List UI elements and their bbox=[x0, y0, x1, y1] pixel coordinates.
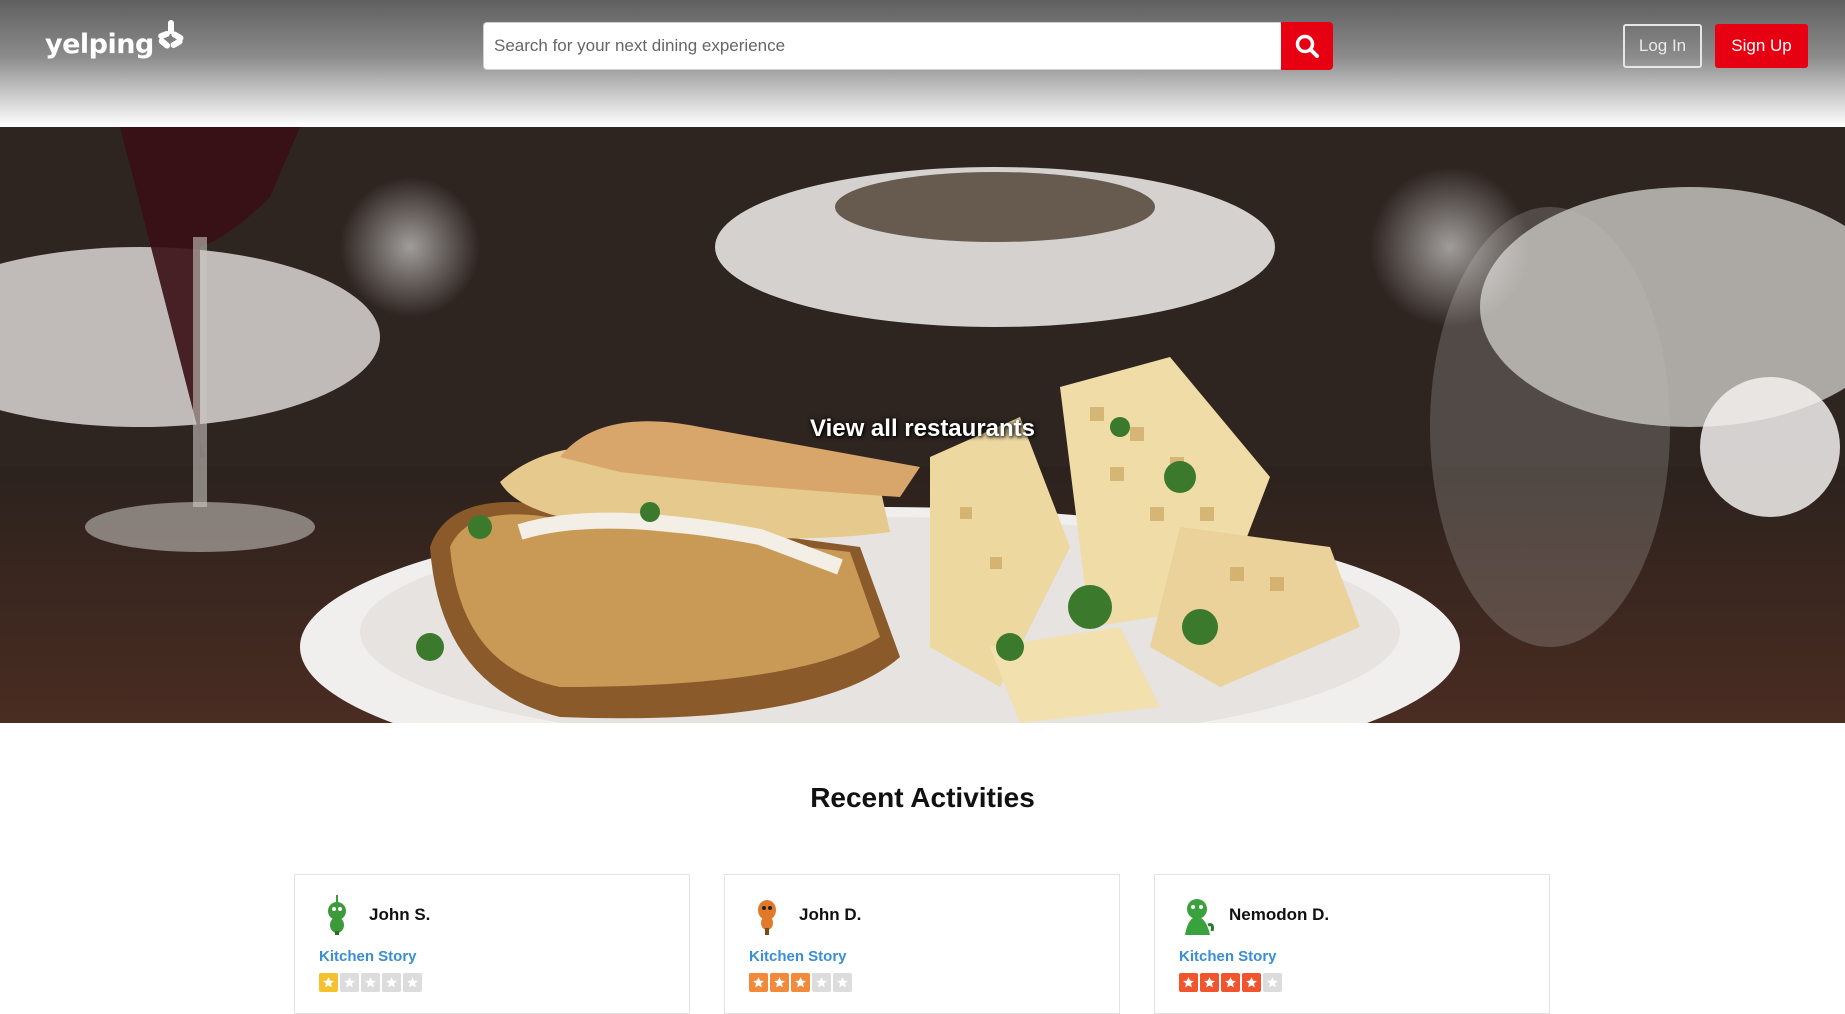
card-user: John S. bbox=[317, 895, 430, 935]
avatar[interactable] bbox=[1177, 895, 1217, 935]
star-icon bbox=[812, 973, 831, 992]
search-input[interactable] bbox=[483, 22, 1281, 70]
card-user: John D. bbox=[747, 895, 861, 935]
activity-card[interactable]: Nemodon D. Kitchen Story bbox=[1154, 874, 1550, 1014]
star-icon bbox=[1200, 973, 1219, 992]
star-icon bbox=[319, 973, 338, 992]
star-icon bbox=[749, 973, 768, 992]
star-icon bbox=[1179, 973, 1198, 992]
business-link[interactable]: Kitchen Story bbox=[319, 948, 417, 965]
search-bar bbox=[483, 22, 1333, 70]
star-icon bbox=[791, 973, 810, 992]
avatar-icon bbox=[328, 895, 346, 935]
star-icon bbox=[1242, 973, 1261, 992]
top-header: yelping Log In Sign Up bbox=[0, 0, 1845, 127]
user-name[interactable]: Nemodon D. bbox=[1229, 905, 1329, 925]
star-icon bbox=[1263, 973, 1282, 992]
star-icon bbox=[833, 973, 852, 992]
activity-card[interactable]: John D. Kitchen Story bbox=[724, 874, 1120, 1014]
user-name[interactable]: John S. bbox=[369, 905, 430, 925]
avatar[interactable] bbox=[747, 895, 787, 935]
star-icon bbox=[403, 973, 422, 992]
recent-activities-title: Recent Activities bbox=[810, 782, 1035, 813]
star-icon bbox=[340, 973, 359, 992]
star-rating bbox=[319, 973, 422, 992]
business-link[interactable]: Kitchen Story bbox=[749, 948, 847, 965]
view-all-restaurants-link[interactable]: View all restaurants bbox=[0, 415, 1845, 443]
star-rating bbox=[1179, 973, 1282, 992]
logo[interactable]: yelping bbox=[45, 19, 186, 66]
business-link[interactable]: Kitchen Story bbox=[1179, 948, 1277, 965]
activity-card[interactable]: John S. Kitchen Story bbox=[294, 874, 690, 1014]
signup-button[interactable]: Sign Up bbox=[1715, 24, 1808, 68]
logo-burst-icon bbox=[156, 19, 186, 59]
login-button[interactable]: Log In bbox=[1623, 24, 1702, 68]
star-icon bbox=[770, 973, 789, 992]
star-icon bbox=[361, 973, 380, 992]
card-user: Nemodon D. bbox=[1177, 895, 1329, 935]
star-icon bbox=[1221, 973, 1240, 992]
hero-banner: View all restaurants bbox=[0, 127, 1845, 723]
star-rating bbox=[749, 973, 852, 992]
search-icon bbox=[1295, 34, 1319, 58]
logo-text: yelping bbox=[45, 28, 154, 60]
avatar-icon bbox=[1185, 899, 1214, 935]
star-icon bbox=[382, 973, 401, 992]
avatar-icon bbox=[758, 900, 776, 935]
user-name[interactable]: John D. bbox=[799, 905, 861, 925]
search-button[interactable] bbox=[1281, 22, 1333, 70]
avatar[interactable] bbox=[317, 895, 357, 935]
